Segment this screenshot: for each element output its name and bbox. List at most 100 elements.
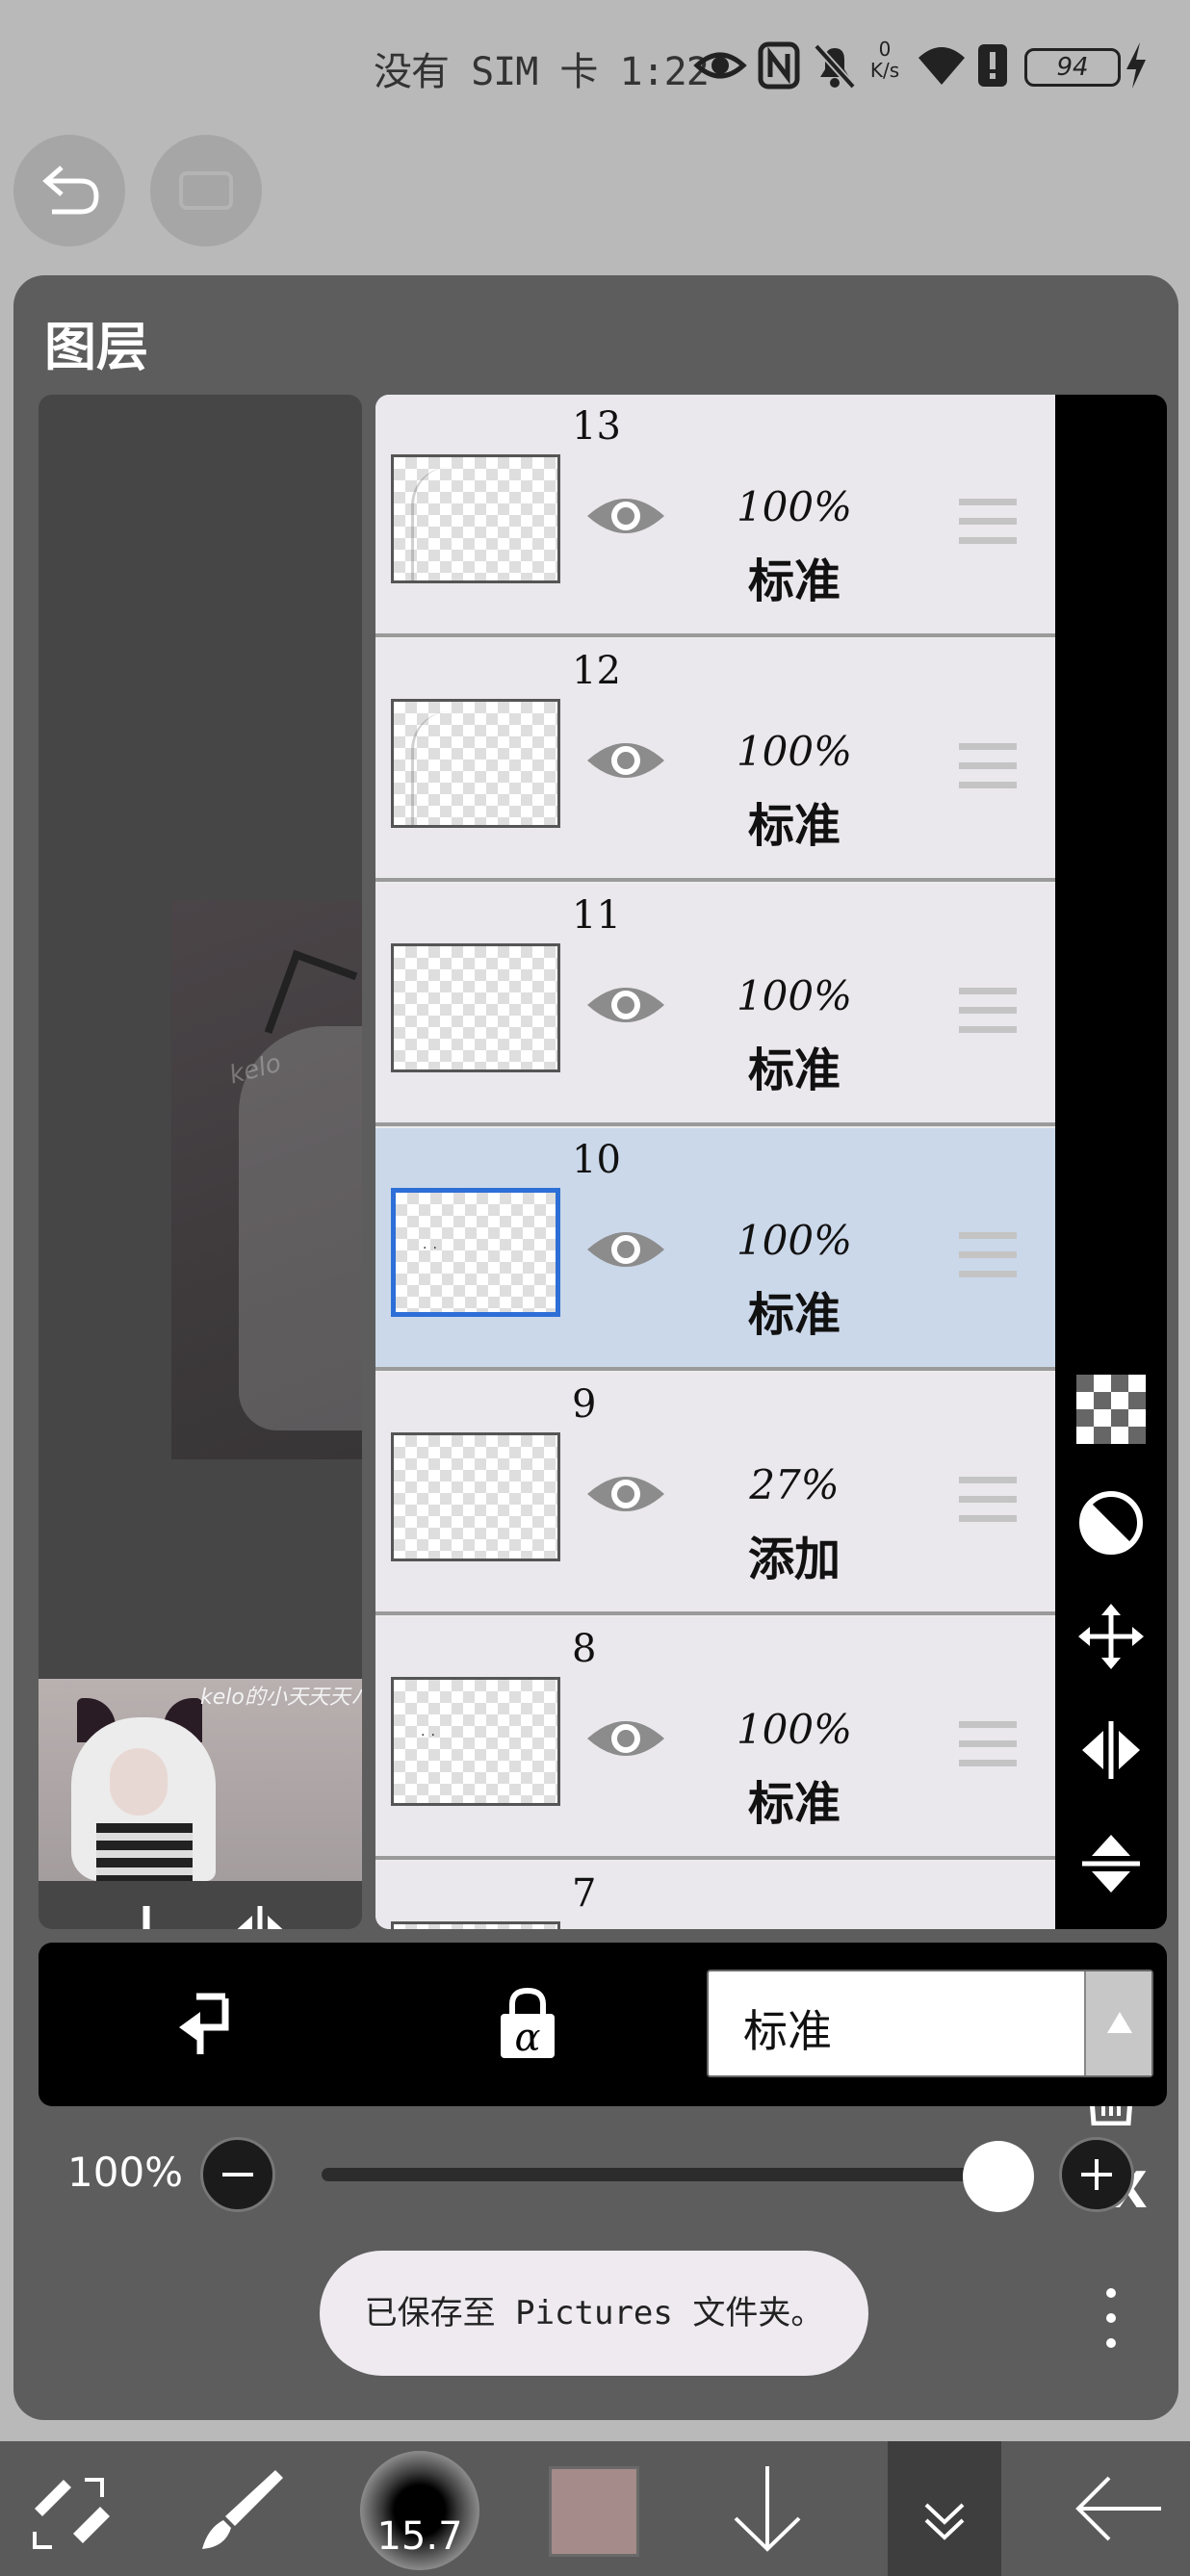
wifi-icon [915,39,969,92]
layer-thumbnail[interactable]: ·· [391,1188,560,1317]
back-button[interactable] [1071,2460,1167,2557]
layer-drag-handle[interactable] [957,1228,1019,1282]
opacity-slider-knob[interactable] [963,2141,1034,2212]
thumb-dots: ·· [421,1728,441,1743]
layer-blend-mode: 添加 [747,1533,841,1586]
layer-row[interactable]: 11 100% 标准 [375,884,1055,1126]
layer-down-button[interactable] [724,2460,811,2557]
blend-mode-dropdown-arrow[interactable] [1084,1971,1151,2075]
layer-row[interactable]: 13 100% 标准 [375,395,1055,637]
flip-horizontal-icon [237,1906,283,1929]
layer-opacity: 100% [736,728,853,775]
layer-blend-mode: 标准 [747,1288,841,1342]
flip-horizontal-icon [1082,1721,1140,1779]
layer-row[interactable]: 12 100% 标准 [375,639,1055,882]
layer-number: 13 [572,404,621,449]
clipping-button[interactable] [1076,1488,1146,1558]
battery-indicator: 94 [1024,48,1121,87]
thumb-sketch [411,467,479,580]
thumb-face [110,1748,168,1816]
move-layer-button[interactable] [1076,1602,1146,1671]
flip-horizontal-button[interactable] [221,1896,298,1929]
layer-opacity: 100% [736,1217,853,1264]
status-bar: 没有 SIM 卡 1:22 0 K/s 94 [0,29,1190,106]
layer-row[interactable]: 7··100%标准 [375,1862,1055,1929]
clip-arrow-icon [179,1993,229,2054]
redo-icon [179,171,233,210]
double-chevron-down-icon [924,2503,965,2540]
layer-thumbnail[interactable] [391,699,560,828]
layer-number: 8 [572,1627,597,1671]
redo-button[interactable] [150,135,262,246]
layer-thumbnail[interactable]: ·· [391,1677,560,1806]
opacity-decrease-button[interactable] [200,2137,275,2212]
alpha-lock-icon: α [501,1987,555,2060]
minus-icon [222,2173,253,2177]
layer-drag-handle[interactable] [957,739,1019,793]
alpha-lock-button[interactable]: α [489,1985,566,2062]
layer-visibility-button[interactable] [583,1221,668,1278]
brush-size-button[interactable]: 15.7 [360,2451,479,2570]
network-speed-unit: K/s [869,59,900,82]
opacity-row: 100% [13,2106,1178,2241]
layer-visibility-button[interactable] [583,487,668,545]
layer-drag-handle[interactable] [957,1717,1019,1771]
layer-blend-mode: 标准 [747,1043,841,1097]
drag-handle-icon [959,1477,1017,1522]
tool-switch-button[interactable] [25,2460,117,2557]
layer-drag-handle[interactable] [957,1473,1019,1527]
layer-visibility-button[interactable] [583,1465,668,1523]
network-speed: 0 K/s [865,39,905,81]
flip-layer-vertical-button[interactable] [1076,1829,1146,1898]
drag-handle-icon [959,1721,1017,1766]
clip-to-below-button[interactable] [171,1985,248,2062]
layer-opacity: 100% [736,483,853,530]
more-options-button[interactable] [1076,2283,1146,2353]
eye-icon [693,39,747,92]
layer-number: 9 [572,1382,597,1427]
add-layer-button[interactable] [108,1896,185,1929]
layer-visibility-button[interactable] [583,976,668,1034]
flip-layer-horizontal-button[interactable] [1076,1715,1146,1785]
layer-visibility-button[interactable] [583,732,668,789]
network-speed-value: 0 [878,38,892,61]
layer-drag-handle[interactable] [957,984,1019,1038]
canvas-thumbnail[interactable]: kelo的小天天天ハ—FMi Cosai Taxes [39,1679,362,1881]
opacity-slider-track[interactable] [322,2168,1015,2181]
layer-panel: 图层 kelo kelo的小天天天ハ—FMi Cosai Taxes [13,275,1178,2420]
layer-thumbnail[interactable] [391,454,560,583]
opacity-value: 100% [67,2149,184,2196]
brush-size-value: 15.7 [376,2514,463,2559]
canvas-preview-pane: kelo kelo的小天天天ハ—FMi Cosai Taxes [39,395,362,1929]
bottom-toolbar: 15.7 [0,2441,1190,2576]
layer-blend-mode: 标准 [747,1777,841,1831]
layer-visibility-button[interactable] [583,1710,668,1767]
layer-thumbnail[interactable]: ·· [391,1921,560,1929]
opacity-increase-button[interactable] [1059,2137,1134,2212]
color-swatch-button[interactable] [549,2466,639,2557]
layer-row[interactable]: 10 ·· 100% 标准 [375,1128,1055,1371]
layer-thumbnail[interactable] [391,1432,560,1561]
layer-row[interactable]: 9 27% 添加 [375,1373,1055,1615]
layer-panel-toggle[interactable] [888,2441,1001,2576]
layer-row[interactable]: 8 ·· 100% 标准 [375,1617,1055,1860]
transparency-lock-button[interactable] [1076,1375,1146,1444]
arrow-down-icon [734,2466,801,2552]
layer-thumbnail[interactable] [391,943,560,1072]
flip-vertical-icon [1082,1835,1140,1893]
carrier-time: 没有 SIM 卡 1:22 [374,50,710,94]
layer-list: 13 100% 标准 12 100% 标准 11 100% 标准 10 ·· 100% 标准 9 27% 添加… [375,395,1055,1929]
undo-button[interactable] [13,135,125,246]
drag-handle-icon [959,1232,1017,1277]
eye-icon [587,1477,664,1511]
blend-mode-select[interactable]: 标准 [707,1970,1153,2077]
layer-drag-handle[interactable] [957,495,1019,549]
drag-handle-icon [959,988,1017,1033]
eye-icon [587,743,664,778]
checkerboard-icon [1076,1375,1146,1444]
brush-tool-button[interactable] [193,2460,289,2557]
layer-number: 10 [572,1138,621,1182]
layer-opacity: 100% [736,972,853,1019]
layer-blend-mode: 标准 [747,799,841,853]
drag-handle-icon [959,499,1017,544]
